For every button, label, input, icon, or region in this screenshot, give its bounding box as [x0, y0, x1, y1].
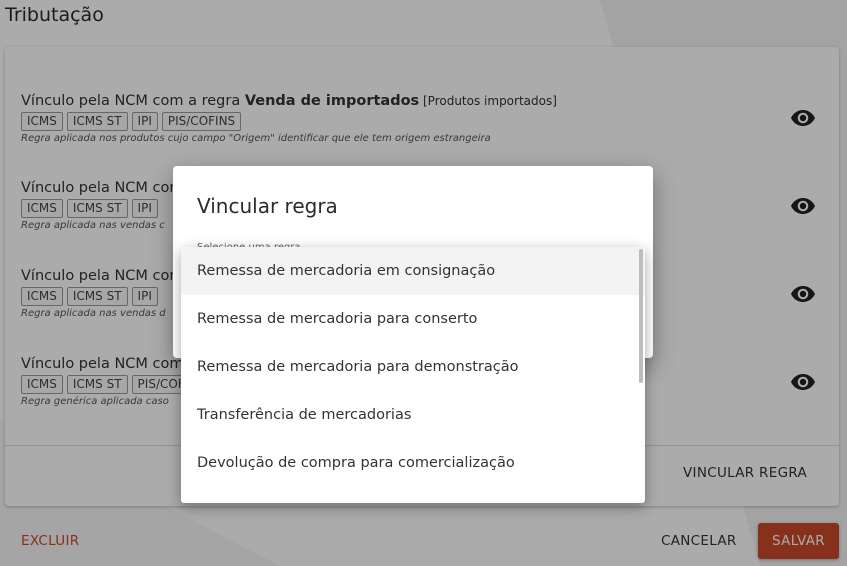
menu-item[interactable]: Remessa de mercadoria para conserto	[181, 295, 645, 343]
menu-scrollbar[interactable]	[639, 249, 643, 383]
rule-select-menu: Remessa de mercadoria em consignação Rem…	[181, 247, 645, 503]
menu-item[interactable]: Devolução de compra para comercialização	[181, 439, 645, 487]
menu-item[interactable]: Remessa de mercadoria em consignação	[181, 247, 645, 295]
menu-item[interactable]: Remessa de mercadoria para demonstração	[181, 343, 645, 391]
menu-item[interactable]: Transferência de mercadorias	[181, 391, 645, 439]
dialog-title: Vincular regra	[197, 194, 338, 218]
page: Tributação Vínculo pela NCM com a regra …	[0, 0, 847, 566]
